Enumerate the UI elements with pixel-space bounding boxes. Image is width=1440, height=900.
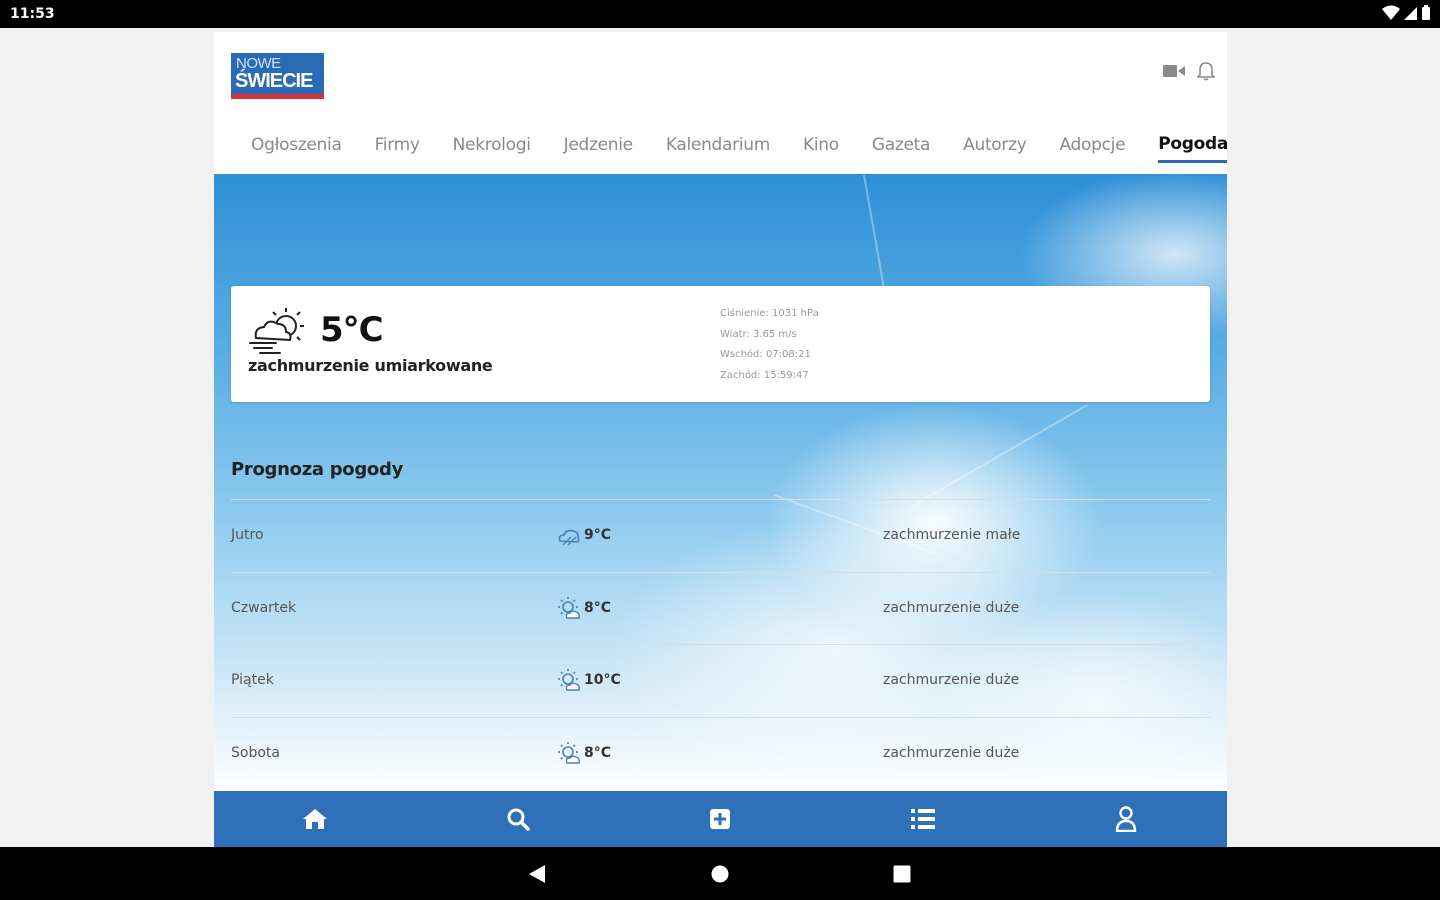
nav-item-gazeta[interactable]: Gazeta	[872, 131, 931, 161]
forecast-day: Czwartek	[231, 599, 297, 616]
sunrise-value: Wschód: 07:08:21	[720, 349, 811, 360]
forecast-temp: 8°C	[584, 744, 612, 761]
nav-item-kalendarium[interactable]: Kalendarium	[666, 131, 770, 161]
category-nav: Ogłoszenia Firmy Nekrologi Jedzenie Kale…	[214, 124, 1227, 168]
nav-item-autorzy[interactable]: Autorzy	[963, 131, 1027, 161]
forecast-day: Jutro	[231, 527, 264, 543]
current-temperature: 5°C	[320, 310, 384, 350]
current-weather-card: 5°C zachmurzenie umiarkowane Ciśnienie: …	[231, 286, 1210, 402]
bottom-nav	[214, 791, 1227, 847]
brand-logo[interactable]: NOWE ŚWIECIE	[231, 53, 324, 99]
forecast-row: Jutro 9°C zachmurzenie małe	[231, 499, 1210, 572]
sun-cloud-icon	[558, 741, 580, 764]
forecast-temp: 8°C	[584, 599, 612, 616]
signal-icon	[1404, 7, 1417, 20]
app-window: NOWE ŚWIECIE Ogłoszenia Firmy Nekrologi …	[214, 32, 1227, 847]
recents-icon[interactable]	[893, 864, 911, 884]
forecast-day: Sobota	[231, 744, 280, 761]
nav-item-kino[interactable]: Kino	[803, 131, 839, 161]
nav-item-firmy[interactable]: Firmy	[375, 131, 420, 161]
forecast-title: Prognoza pogody	[231, 459, 404, 480]
nav-item-pogoda[interactable]: Pogoda	[1158, 130, 1227, 163]
current-description: zachmurzenie umiarkowane	[248, 356, 493, 375]
battery-icon	[1422, 5, 1430, 20]
sun-ray	[913, 404, 1088, 506]
forecast-temp: 10°C	[584, 672, 621, 688]
forecast-row: Czwartek 8°C zachmurzenie duże	[231, 571, 1210, 645]
header: NOWE ŚWIECIE Ogłoszenia Firmy Nekrologi …	[214, 32, 1227, 174]
header-actions	[1163, 60, 1217, 82]
sun-cloud-icon	[558, 669, 580, 691]
forecast-temp: 9°C	[584, 527, 612, 543]
nav-item-adopcje[interactable]: Adopcje	[1059, 131, 1125, 161]
pressure-value: Ciśnienie: 1031 hPa	[720, 308, 819, 319]
forecast-row: Piątek 10°C zachmurzenie duże	[231, 644, 1210, 717]
forecast-desc: zachmurzenie duże	[883, 672, 1020, 688]
weather-section: 5°C zachmurzenie umiarkowane Ciśnienie: …	[214, 174, 1227, 794]
wind-value: Wiatr: 3.65 m/s	[720, 328, 797, 340]
nav-item-ogloszenia[interactable]: Ogłoszenia	[251, 131, 342, 161]
home-icon[interactable]	[214, 791, 417, 847]
user-icon[interactable]	[1024, 791, 1227, 847]
nav-item-nekrologi[interactable]: Nekrologi	[453, 131, 531, 161]
sunset-value: Zachód: 15:59:47	[720, 369, 809, 381]
status-bar: 11:53	[0, 0, 1440, 28]
video-icon[interactable]	[1163, 60, 1185, 82]
forecast-list: Jutro 9°C zachmurzenie małe Czwartek 8°C…	[231, 499, 1210, 789]
bell-icon[interactable]	[1195, 60, 1217, 82]
nav-item-jedzenie[interactable]: Jedzenie	[564, 131, 634, 161]
forecast-desc: zachmurzenie duże	[883, 744, 1020, 761]
system-nav-bar	[0, 847, 1440, 900]
forecast-desc: zachmurzenie duże	[883, 599, 1020, 616]
status-icons	[1382, 5, 1430, 21]
search-icon[interactable]	[417, 791, 620, 847]
list-icon[interactable]	[822, 791, 1025, 847]
add-icon[interactable]	[619, 791, 822, 847]
sun-ray	[863, 174, 888, 304]
wifi-icon	[1382, 5, 1400, 20]
cloud-icon	[558, 529, 580, 546]
partly-cloudy-wind-icon	[249, 308, 304, 354]
forecast-day: Piątek	[231, 672, 274, 688]
sun-cloud-icon	[558, 596, 580, 619]
weather-details: Ciśnienie: 1031 hPa Wiatr: 3.65 m/s Wsch…	[720, 304, 819, 386]
logo-line2: ŚWIECIE	[235, 70, 313, 92]
home-circle-icon[interactable]	[711, 864, 729, 884]
status-time: 11:53	[10, 6, 55, 22]
back-icon[interactable]	[528, 864, 546, 884]
forecast-desc: zachmurzenie małe	[883, 527, 1021, 543]
forecast-row: Sobota 8°C zachmurzenie duże	[231, 716, 1210, 790]
